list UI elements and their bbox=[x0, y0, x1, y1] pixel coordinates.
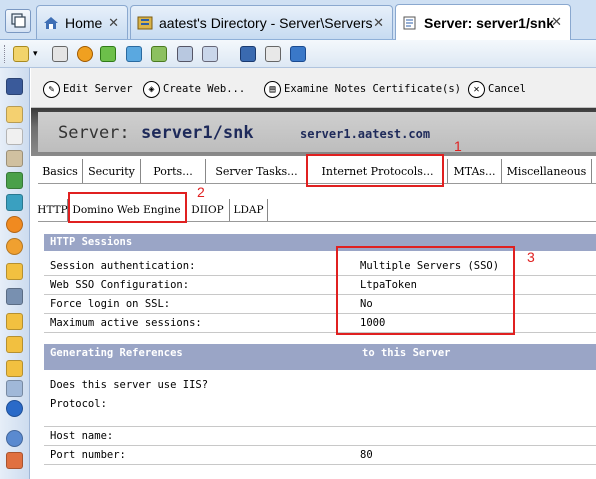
tab-ports[interactable]: Ports... bbox=[141, 159, 206, 183]
database-icon bbox=[137, 16, 153, 30]
field-label: Maximum active sessions: bbox=[50, 317, 202, 329]
binoculars-icon[interactable] bbox=[6, 78, 23, 95]
help-icon[interactable] bbox=[290, 46, 306, 62]
annotation-box-domino-web-engine bbox=[68, 192, 187, 223]
certificate-icon: ▤ bbox=[264, 80, 281, 98]
tab-label: Home bbox=[65, 14, 103, 31]
section-title-continued: to this Server bbox=[362, 347, 451, 359]
edit-server-button[interactable]: ✎ Edit Server bbox=[43, 79, 133, 99]
refresh-icon[interactable] bbox=[100, 46, 116, 62]
help-icon[interactable] bbox=[6, 430, 23, 447]
tab-basics[interactable]: Basics bbox=[38, 159, 83, 183]
tab-directory[interactable]: aatest's Directory - Server\Servers ✕ bbox=[130, 5, 393, 39]
field-label: Session authentication: bbox=[50, 260, 196, 272]
move-icon[interactable] bbox=[151, 46, 167, 62]
field-row: Host name: bbox=[44, 427, 596, 446]
folder-icon[interactable] bbox=[6, 313, 23, 330]
search-icon[interactable] bbox=[240, 46, 256, 62]
new-icon[interactable] bbox=[13, 46, 29, 62]
annotation-box-internet-protocols bbox=[306, 154, 444, 187]
web-icon[interactable] bbox=[6, 238, 23, 255]
todo-icon[interactable] bbox=[6, 172, 23, 189]
tab-label: aatest's Directory - Server\Servers bbox=[159, 14, 373, 31]
server-icon[interactable] bbox=[6, 288, 23, 305]
annotation-number: 1 bbox=[454, 138, 462, 154]
globe-icon[interactable] bbox=[6, 400, 23, 417]
mail-icon[interactable] bbox=[6, 106, 23, 123]
field-label: Protocol: bbox=[50, 398, 107, 410]
field-label: Web SSO Configuration: bbox=[50, 279, 190, 291]
document-icon bbox=[402, 16, 418, 30]
window-switcher-icon[interactable] bbox=[5, 9, 31, 33]
field-label: Force login on SSL: bbox=[50, 298, 171, 310]
folder-icon[interactable] bbox=[6, 360, 23, 377]
field-label: Does this server use IIS? bbox=[50, 379, 209, 391]
toolbar: ▾ bbox=[0, 40, 596, 68]
print-icon[interactable] bbox=[52, 46, 68, 62]
field-value: 80 bbox=[360, 449, 373, 461]
field-row: Port number: 80 bbox=[44, 446, 596, 465]
section-title: HTTP Sessions bbox=[50, 236, 133, 248]
close-icon[interactable]: ✕ bbox=[551, 14, 562, 30]
tab-mtas[interactable]: MTAs... bbox=[448, 159, 502, 183]
annotation-number: 3 bbox=[527, 249, 535, 265]
left-icon-bar bbox=[0, 68, 30, 479]
home-icon[interactable] bbox=[6, 452, 23, 469]
page-title: server1/snk bbox=[141, 123, 254, 143]
properties-icon[interactable] bbox=[265, 46, 281, 62]
field-label: Port number: bbox=[50, 449, 126, 461]
tab-miscellaneous[interactable]: Miscellaneous bbox=[502, 159, 592, 183]
cancel-button[interactable]: ✕ Cancel bbox=[468, 79, 526, 99]
tab-diiop[interactable]: DIIOP bbox=[186, 199, 230, 221]
tools-icon[interactable] bbox=[6, 380, 23, 397]
field-row: Protocol: bbox=[44, 395, 596, 427]
annotation-number: 2 bbox=[197, 184, 205, 200]
toolbar-grip bbox=[4, 45, 7, 63]
page-title-prefix: Server: bbox=[58, 123, 130, 143]
action-label: Examine Notes Certificate(s) bbox=[284, 83, 462, 95]
annotation-box-session-values bbox=[336, 246, 515, 335]
server-hostname: server1.aatest.com bbox=[300, 127, 431, 141]
forward-icon[interactable] bbox=[202, 46, 218, 62]
replicator-icon[interactable] bbox=[6, 194, 23, 211]
create-web-button[interactable]: ◈ Create Web... bbox=[143, 79, 245, 99]
tab-ldap[interactable]: LDAP bbox=[230, 199, 268, 221]
action-bar: ✎ Edit Server ◈ Create Web... ▤ Examine … bbox=[31, 68, 596, 108]
tab-server[interactable]: Server: server1/snk ✕ bbox=[395, 4, 571, 40]
tab-security[interactable]: Security bbox=[83, 159, 141, 183]
close-icon[interactable]: ✕ bbox=[373, 15, 384, 31]
field-row: Does this server use IIS? bbox=[44, 376, 596, 395]
browser-tab-strip: Home ✕ aatest's Directory - Server\Serve… bbox=[0, 0, 596, 40]
tab-server-tasks[interactable]: Server Tasks... bbox=[206, 159, 308, 183]
sametime-icon[interactable] bbox=[6, 216, 23, 233]
examine-certificates-button[interactable]: ▤ Examine Notes Certificate(s) bbox=[264, 79, 461, 99]
home-icon bbox=[43, 16, 59, 30]
section-title: Generating References bbox=[50, 347, 183, 359]
pencil-icon: ✎ bbox=[43, 80, 60, 98]
stop-icon[interactable] bbox=[77, 46, 93, 62]
close-icon: ✕ bbox=[468, 80, 485, 98]
section-header-generating-references: Generating References to this Server bbox=[44, 344, 596, 370]
action-label: Edit Server bbox=[63, 83, 133, 95]
folder-icon[interactable] bbox=[6, 263, 23, 280]
close-icon[interactable]: ✕ bbox=[108, 15, 119, 31]
attach-icon[interactable] bbox=[177, 46, 193, 62]
contacts-icon[interactable] bbox=[6, 150, 23, 167]
action-label: Cancel bbox=[488, 83, 526, 95]
field-label: Host name: bbox=[50, 430, 114, 442]
action-label: Create Web... bbox=[163, 83, 246, 95]
folder-icon[interactable] bbox=[6, 336, 23, 353]
tab-home[interactable]: Home ✕ bbox=[36, 5, 128, 39]
form-header: Server: server1/snk server1.aatest.com bbox=[38, 112, 596, 152]
sync-icon[interactable] bbox=[126, 46, 142, 62]
calendar-icon[interactable] bbox=[6, 128, 23, 145]
web-icon: ◈ bbox=[143, 80, 160, 98]
tab-http[interactable]: HTTP bbox=[37, 199, 68, 221]
tab-label: Server: server1/snk bbox=[424, 14, 554, 31]
dropdown-arrow-icon[interactable]: ▾ bbox=[33, 48, 38, 59]
